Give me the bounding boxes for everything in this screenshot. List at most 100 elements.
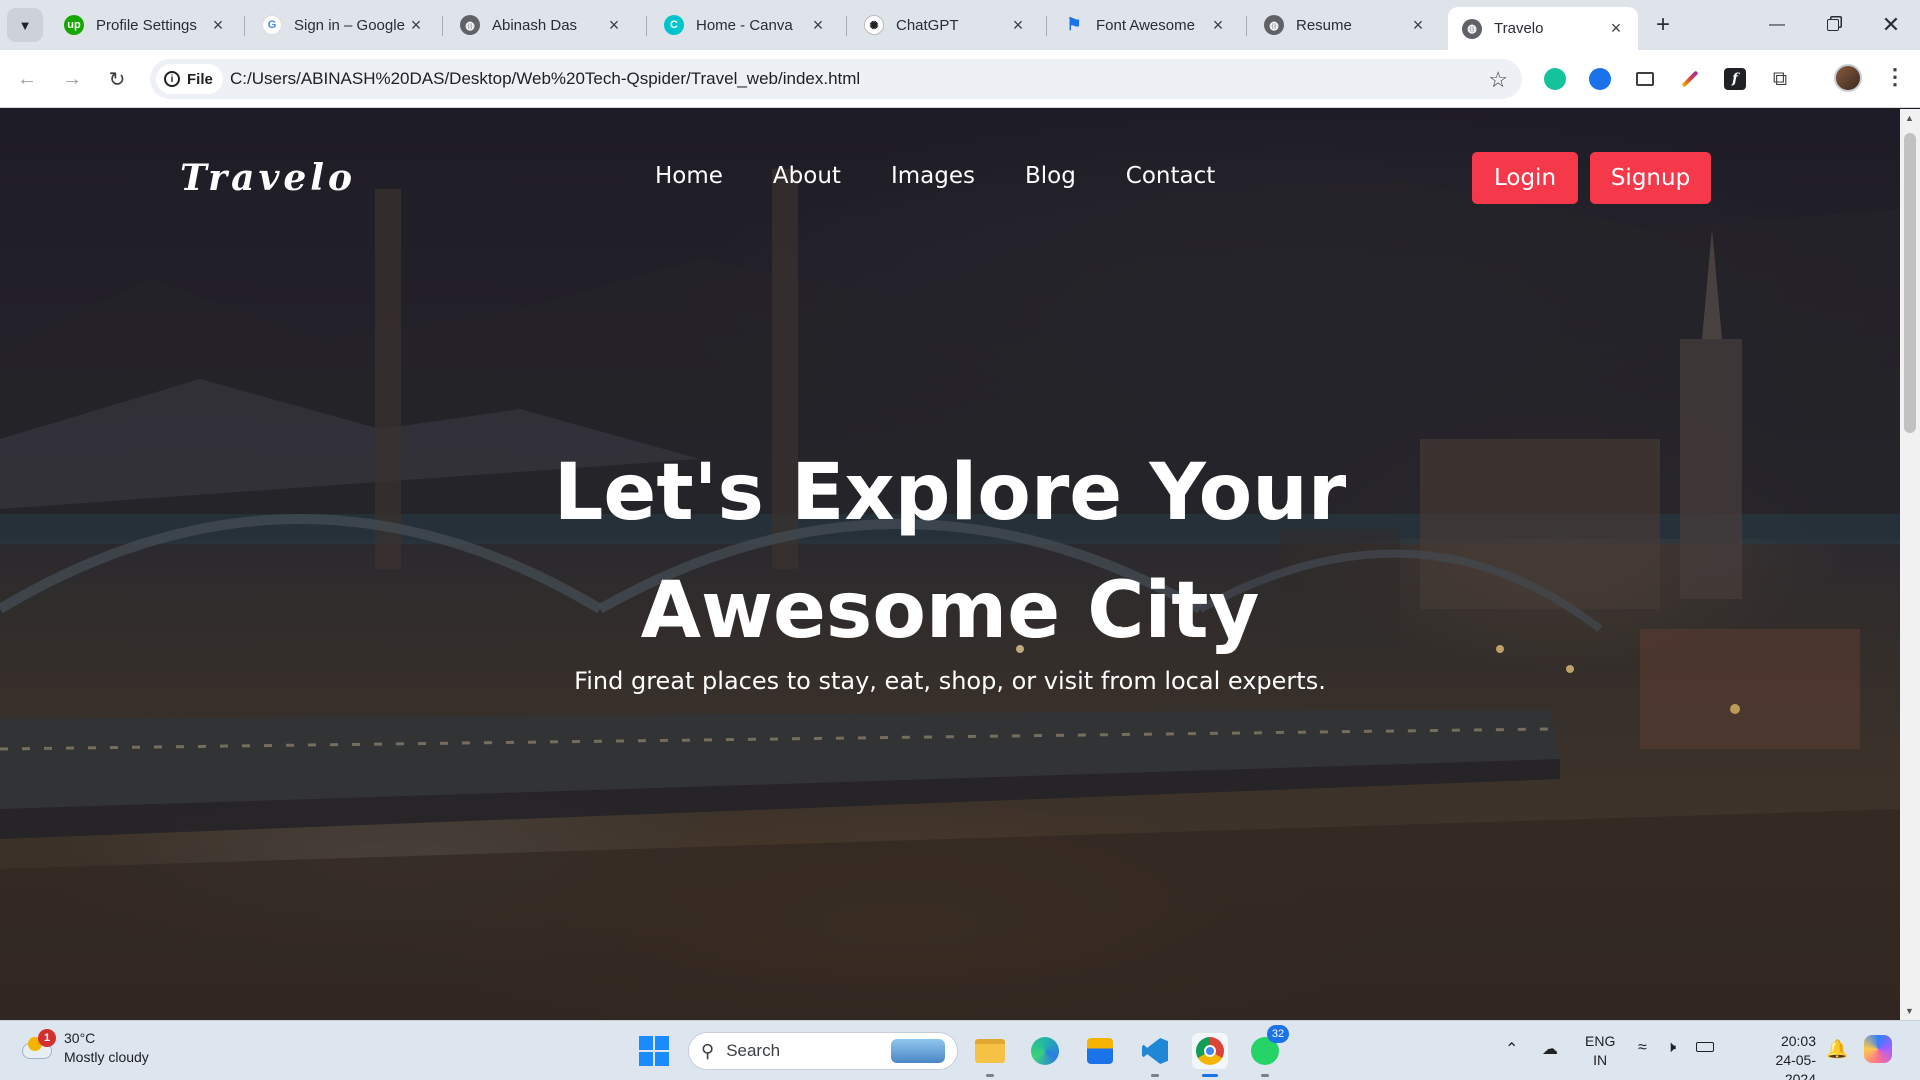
address-bar[interactable]: i File C:/Users/ABINASH%20DAS/Desktop/We… — [150, 59, 1522, 99]
puzzle-icon: ⧉ — [1772, 67, 1788, 90]
new-tab-button[interactable]: + — [1650, 11, 1676, 38]
nav-contact-link[interactable]: Contact — [1126, 163, 1215, 189]
close-icon[interactable]: × — [1606, 18, 1626, 39]
tab-title: Profile Settings — [96, 16, 197, 34]
google-icon: G — [262, 15, 282, 35]
weather-temperature: 30°C — [64, 1030, 96, 1046]
vscode-app[interactable] — [1137, 1033, 1173, 1077]
weather-widget[interactable]: 1 30°C Mostly cloudy — [20, 1029, 149, 1067]
tab-title: Font Awesome — [1096, 16, 1195, 34]
language-indicator[interactable]: ENG IN — [1585, 1032, 1615, 1070]
play-extension-icon — [1589, 68, 1611, 90]
file-explorer-app[interactable] — [972, 1033, 1008, 1077]
whatsapp-app[interactable]: 32 — [1247, 1025, 1289, 1077]
globe-icon: ◍ — [460, 15, 480, 35]
flag-icon: ⚑ — [1066, 15, 1082, 34]
grammarly-extension[interactable] — [1539, 63, 1571, 95]
region-code: IN — [1593, 1052, 1608, 1068]
tab-separator — [244, 16, 245, 36]
nav-home-link[interactable]: Home — [655, 163, 723, 189]
start-button[interactable] — [638, 1035, 670, 1067]
system-clock[interactable]: 20:03 24-05-2024 — [1756, 1032, 1816, 1080]
tab-title: Home - Canva — [696, 16, 793, 34]
fonts-extension[interactable]: f — [1719, 63, 1751, 95]
nav-blog-link[interactable]: Blog — [1025, 163, 1076, 189]
globe-icon: ◍ — [1462, 18, 1482, 39]
close-icon[interactable]: × — [604, 15, 624, 35]
signup-button[interactable]: Signup — [1590, 152, 1711, 204]
picture-in-picture-extension[interactable] — [1629, 63, 1661, 95]
hero-subtitle: Find great places to stay, eat, shop, or… — [574, 667, 1326, 695]
profile-avatar[interactable] — [1834, 64, 1862, 92]
close-icon[interactable]: × — [1008, 15, 1028, 35]
taskbar-search[interactable]: ⚲ Search — [688, 1032, 958, 1070]
onedrive-tray-icon[interactable]: ☁ — [1542, 1039, 1558, 1059]
chrome-icon — [1196, 1037, 1224, 1065]
reload-button[interactable]: ↻ — [100, 62, 134, 96]
close-icon: ✕ — [1881, 12, 1901, 37]
forward-button[interactable]: → — [55, 62, 89, 96]
site-info-chip[interactable]: i File — [156, 64, 223, 94]
store-app[interactable] — [1082, 1033, 1118, 1069]
wifi-icon[interactable]: ≈ — [1638, 1039, 1647, 1057]
vscode-icon — [1142, 1038, 1168, 1064]
tab-abinash-das[interactable]: ◍ Abinash Das × — [446, 7, 636, 43]
eyedropper-icon — [1681, 70, 1699, 88]
scroll-down-icon[interactable]: ▼ — [1905, 1006, 1914, 1016]
close-icon[interactable]: × — [208, 15, 228, 35]
back-button[interactable]: ← — [10, 62, 44, 96]
font-icon: f — [1724, 68, 1746, 90]
close-icon[interactable]: × — [1408, 15, 1428, 35]
minimize-button[interactable]: — — [1754, 8, 1800, 42]
search-placeholder: Search — [726, 1041, 781, 1060]
bookmark-star-icon[interactable]: ☆ — [1488, 67, 1508, 93]
close-icon[interactable]: × — [808, 15, 828, 35]
show-hidden-icons-button[interactable]: ⌃ — [1505, 1039, 1518, 1059]
tab-resume[interactable]: ◍ Resume × — [1250, 7, 1440, 43]
extensions-button[interactable]: ⧉ — [1764, 63, 1796, 95]
scrollbar-thumb[interactable] — [1904, 133, 1916, 433]
tab-canva[interactable]: C Home - Canva × — [650, 7, 840, 43]
tab-search-button[interactable]: ▼ — [7, 8, 43, 42]
info-icon: i — [164, 71, 180, 87]
close-icon[interactable]: × — [1208, 15, 1228, 35]
copilot-icon[interactable] — [1864, 1035, 1892, 1068]
volume-icon[interactable]: 🕨 — [1666, 1039, 1676, 1057]
edge-app[interactable] — [1027, 1033, 1063, 1069]
menu-kebab-icon[interactable]: ⋮ — [1884, 64, 1906, 90]
login-button[interactable]: Login — [1472, 152, 1578, 204]
tab-chatgpt[interactable]: ✺ ChatGPT × — [850, 7, 1040, 43]
weather-description: Mostly cloudy — [64, 1049, 149, 1065]
battery-icon[interactable] — [1696, 1039, 1714, 1057]
grammarly-icon — [1544, 68, 1566, 90]
store-icon — [1087, 1038, 1113, 1064]
scroll-up-icon[interactable]: ▲ — [1905, 113, 1914, 123]
tab-profile-settings[interactable]: up Profile Settings × — [50, 7, 240, 43]
notification-bell-icon[interactable]: 🔔 — [1826, 1039, 1848, 1060]
picture-in-picture-icon — [1636, 72, 1654, 86]
whatsapp-unread-badge: 32 — [1267, 1025, 1289, 1043]
plus-icon: + — [1655, 11, 1670, 38]
nav-images-link[interactable]: Images — [891, 163, 975, 189]
weather-alert-badge: 1 — [38, 1029, 56, 1047]
tab-travelo[interactable]: ◍ Travelo × — [1448, 7, 1638, 50]
page-scrollbar[interactable]: ▲ ▼ — [1900, 109, 1920, 1020]
hero-title-line-1: Let's Explore Your — [553, 448, 1347, 538]
tab-separator — [846, 16, 847, 36]
clock-date: 24-05-2024 — [1775, 1052, 1816, 1080]
canva-icon: C — [664, 15, 684, 35]
chrome-app[interactable] — [1192, 1033, 1228, 1077]
close-icon[interactable]: × — [406, 15, 426, 35]
site-logo[interactable]: Travelo — [180, 157, 356, 199]
restore-button[interactable] — [1810, 8, 1856, 42]
language-code: ENG — [1585, 1033, 1616, 1049]
arrow-right-icon: → — [62, 67, 82, 90]
cloudy-weather-icon: 1 — [20, 1029, 56, 1063]
url-text[interactable]: C:/Users/ABINASH%20DAS/Desktop/Web%20Tec… — [230, 69, 860, 89]
tab-font-awesome[interactable]: ⚑ Font Awesome × — [1050, 7, 1240, 43]
extension-blue[interactable] — [1584, 63, 1616, 95]
nav-about-link[interactable]: About — [773, 163, 841, 189]
close-window-button[interactable]: ✕ — [1868, 8, 1914, 42]
color-picker-extension[interactable] — [1674, 63, 1706, 95]
tab-google-sign-in[interactable]: G Sign in – Google Accounts × — [248, 7, 438, 43]
